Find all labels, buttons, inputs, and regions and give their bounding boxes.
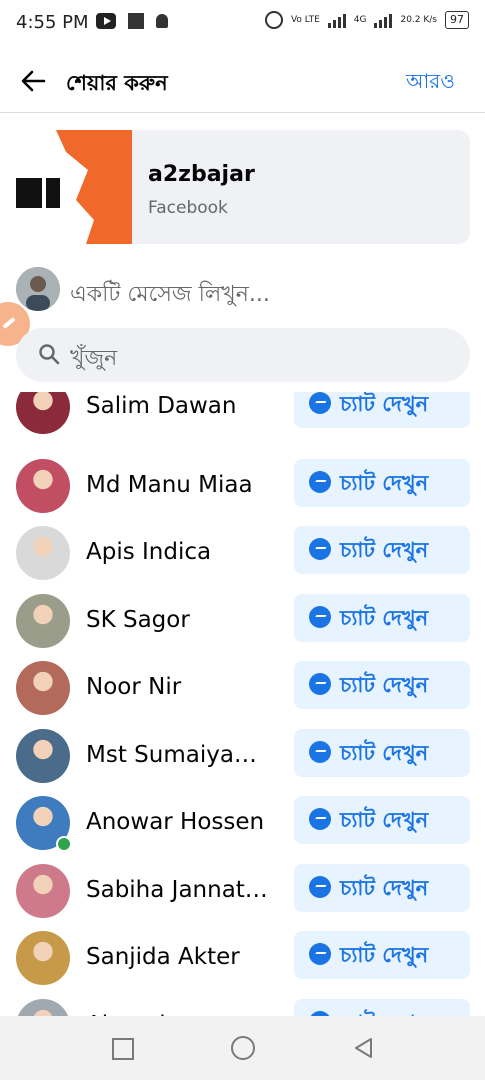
view-chat-label: চ্যাট দেখুন [340,1007,428,1017]
messenger-icon [309,740,331,763]
view-chat-button[interactable]: চ্যাট দেখুন [294,526,470,574]
status-time: 4:55 PM [16,12,89,33]
preview-thumbnail [16,130,132,244]
user-avatar [16,267,60,311]
view-chat-label: চ্যাট দেখুন [340,470,429,495]
contact-name: Sabiha Jannat… [86,876,268,903]
shared-page-name: a2zbajar [148,162,255,187]
network-type-label: 4G [353,14,367,25]
contact-name: Md Manu Miaa [86,471,253,498]
online-indicator [56,836,72,852]
view-chat-button[interactable]: চ্যাট দেখুন [294,458,470,507]
contact-avatar [16,863,70,918]
status-app-icons [96,13,168,29]
contact-row[interactable]: Md Manu Miaa চ্যাট দেখুন [0,458,485,527]
messenger-icon [309,538,331,560]
view-chat-button[interactable]: চ্যাট দেখুন [294,796,470,844]
back-button-icon[interactable] [352,1036,374,1060]
signal-icon [327,12,346,28]
view-chat-label: চ্যাট দেখুন [340,392,429,416]
contact-avatar [16,458,70,513]
search-input[interactable]: খুঁজুন [70,341,117,378]
app-notification-icon [128,13,144,29]
view-chat-button[interactable]: চ্যাট দেখুন [294,392,470,428]
contact-name: Noor Nir [86,674,182,700]
view-chat-label: চ্যাট দেখুন [340,605,429,630]
contact-name: Mst Sumaiya… [86,741,257,768]
view-chat-button[interactable]: চ্যাট দেখুন [294,661,470,709]
view-chat-label: চ্যাট দেখুন [340,740,429,765]
view-chat-button[interactable]: চ্যাট দেখুন [294,593,470,642]
alarm-icon [264,11,283,29]
home-button-icon[interactable] [231,1036,255,1060]
view-chat-button[interactable]: চ্যাট দেখুন [294,998,470,1017]
contact-row[interactable]: Salim Dawan চ্যাট দেখুন [0,392,485,448]
more-button[interactable]: আরও [406,67,455,100]
view-chat-label: চ্যাট দেখুন [340,875,429,900]
contact-name: SK Sagor [86,606,190,633]
contact-row[interactable]: Apis Indica চ্যাট দেখুন [0,526,485,594]
contact-name: Apis Indica [86,539,212,565]
share-preview-card[interactable]: a2zbajar Facebook [16,130,470,244]
system-nav-bar [0,1016,485,1080]
search-bar[interactable]: খুঁজুন [16,328,470,382]
messenger-icon [309,875,331,898]
contact-name: Salim Dawan [86,393,237,419]
back-arrow-icon[interactable] [18,66,48,96]
view-chat-label: চ্যাট দেখুন [340,808,429,832]
contact-avatar [16,593,70,648]
contact-row[interactable]: Sanjida Akter চ্যাট দেখুন [0,931,485,999]
contact-row[interactable]: Mst Sumaiya… চ্যাট দেখুন [0,728,485,797]
view-chat-label: চ্যাট দেখুন [340,943,429,967]
search-icon [39,344,60,365]
network-speed: 20.2 K/s [400,14,437,25]
contact-avatar [16,526,70,580]
view-chat-label: চ্যাট দেখুন [340,673,429,697]
signal-icon-2 [374,12,393,28]
volte-label: Vo LTE [290,14,320,25]
youtube-icon [96,13,116,29]
thumbnail-image [16,130,132,244]
contact-row[interactable]: Sabiha Jannat… চ্যাট দেখুন [0,863,485,932]
view-chat-button[interactable]: চ্যাট দেখুন [294,931,470,979]
contact-avatar [16,661,70,715]
contact-avatar [16,931,70,985]
contact-row[interactable]: Noor Nir চ্যাট দেখুন [0,661,485,729]
user-avatar-image [16,267,60,311]
contact-avatar [16,728,70,783]
contacts-list: Salim Dawan চ্যাট দেখুন Md Manu Miaa চ্যাট … [0,392,485,1016]
contact-row[interactable]: Alomgirচ্যাট দেখুন [0,998,485,1017]
recents-button-icon[interactable] [112,1038,134,1060]
page-title: শেয়ার করুন [66,71,168,95]
contact-row[interactable]: SK Sagor চ্যাট দেখুন [0,593,485,662]
shared-page-source: Facebook [148,198,228,218]
message-input[interactable]: একটি মেসেজ লিখুন... [70,277,270,314]
notification-bell-icon [156,14,168,28]
messenger-icon [309,470,331,493]
contact-name: Sanjida Akter [86,944,240,970]
share-header: শেয়ার করুন আরও [0,50,485,113]
messenger-icon [309,605,331,628]
status-bar: 4:55 PM Vo LTE 4G 20.2 K/s 97 [0,0,485,48]
messenger-icon [309,392,331,414]
messenger-icon [309,943,331,965]
contact-avatar [16,392,70,434]
contact-avatar [16,998,70,1016]
contact-name: Anowar Hossen [86,809,265,835]
status-indicators: Vo LTE 4G 20.2 K/s 97 [264,11,469,29]
view-chat-button[interactable]: চ্যাট দেখুন [294,863,470,912]
messenger-icon [309,673,331,695]
view-chat-button[interactable]: চ্যাট দেখুন [294,728,470,777]
battery-icon: 97 [445,11,469,29]
contact-row[interactable]: Anowar Hossen চ্যাট দেখুন [0,796,485,864]
messenger-icon [309,808,331,830]
view-chat-label: চ্যাট দেখুন [340,538,429,562]
